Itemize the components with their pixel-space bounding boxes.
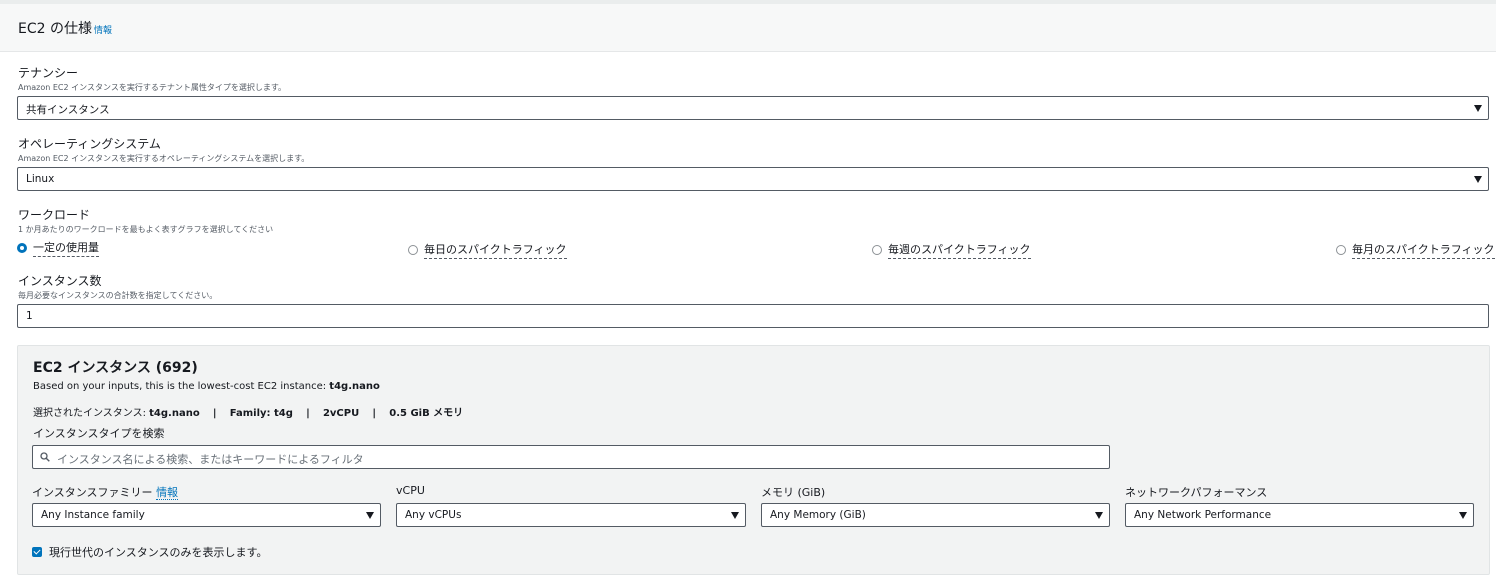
- current-generation-checkbox[interactable]: 現行世代のインスタンスのみを表示します。: [32, 544, 267, 560]
- filter-value: Any Instance family: [41, 509, 145, 521]
- os-select[interactable]: Linux: [17, 167, 1489, 191]
- instance-search-input[interactable]: インスタンス名による検索、またはキーワードによるフィルタ: [32, 445, 1110, 469]
- filter-label-family: インスタンスファミリー 情報: [32, 484, 179, 500]
- ec2-instances-title: EC2 インスタンス (692): [33, 360, 198, 376]
- tenancy-select[interactable]: 共有インスタンス: [17, 96, 1489, 120]
- memory-select[interactable]: Any Memory (GiB): [761, 503, 1110, 527]
- network-performance-select[interactable]: Any Network Performance: [1125, 503, 1474, 527]
- lowest-cost-instance: t4g.nano: [329, 381, 380, 392]
- vcpu-select[interactable]: Any vCPUs: [396, 503, 746, 527]
- section-title: EC2 の仕様: [18, 21, 92, 37]
- radio-unchecked-icon: [872, 245, 882, 255]
- radio-label: 一定の使用量: [33, 239, 99, 257]
- radio-unchecked-icon: [408, 245, 418, 255]
- selected-family: Family: t4g: [229, 408, 293, 419]
- radio-unchecked-icon: [1336, 245, 1346, 255]
- caret-down-icon: [1474, 105, 1482, 112]
- workload-radio-constant[interactable]: 一定の使用量: [17, 239, 99, 257]
- instance-count-label: インスタンス数: [18, 274, 102, 288]
- workload-radio-weekly[interactable]: 毎週のスパイクトラフィック: [872, 241, 1031, 259]
- tenancy-label: テナンシー: [18, 66, 79, 80]
- instance-count-value: 1: [26, 310, 33, 322]
- selected-prefix: 選択されたインスタンス:: [33, 408, 150, 419]
- checkbox-checked-icon: [32, 547, 42, 557]
- lowest-cost-prefix: Based on your inputs, this is the lowest…: [33, 381, 330, 392]
- separator: |: [212, 408, 217, 419]
- selected-instance-summary: 選択されたインスタンス: t4g.nano | Family: t4g | 2v…: [33, 404, 463, 419]
- radio-label: 毎月のスパイクトラフィック: [1352, 241, 1495, 259]
- info-link[interactable]: 情報: [94, 23, 112, 36]
- selected-instance: t4g.nano: [149, 408, 200, 419]
- lowest-cost-text: Based on your inputs, this is the lowest…: [33, 381, 380, 392]
- instance-count-description: 毎月必要なインスタンスの合計数を指定してください。: [18, 291, 218, 300]
- caret-down-icon: [1459, 512, 1467, 519]
- os-description: Amazon EC2 インスタンスを実行するオペレーティングシステムを選択します…: [18, 154, 310, 163]
- workload-radio-daily[interactable]: 毎日のスパイクトラフィック: [408, 241, 567, 259]
- search-placeholder: インスタンス名による検索、またはキーワードによるフィルタ: [57, 453, 364, 466]
- selected-vcpu: 2vCPU: [322, 408, 360, 419]
- separator: |: [372, 408, 377, 419]
- checkbox-label: 現行世代のインスタンスのみを表示します。: [49, 546, 268, 559]
- filter-label-text: インスタンスファミリー: [32, 486, 153, 499]
- instance-family-select[interactable]: Any Instance family: [32, 503, 381, 527]
- workload-label: ワークロード: [18, 208, 91, 222]
- caret-down-icon: [1095, 512, 1103, 519]
- filter-value: Any vCPUs: [405, 509, 462, 521]
- search-icon: [40, 452, 50, 462]
- radio-label: 毎週のスパイクトラフィック: [888, 241, 1031, 259]
- os-label: オペレーティングシステム: [18, 137, 161, 151]
- instance-count-input[interactable]: 1: [17, 304, 1489, 328]
- filter-value: Any Memory (GiB): [770, 509, 866, 521]
- filter-value: Any Network Performance: [1134, 509, 1272, 521]
- caret-down-icon: [731, 512, 739, 519]
- filter-label-vcpu: vCPU: [396, 484, 425, 497]
- filter-label-memory: メモリ (GiB): [761, 486, 826, 499]
- caret-down-icon: [366, 512, 374, 519]
- workload-radio-monthly[interactable]: 毎月のスパイクトラフィック: [1336, 241, 1495, 259]
- os-selected-value: Linux: [26, 173, 55, 185]
- family-info-link[interactable]: 情報: [156, 486, 179, 500]
- separator: |: [306, 408, 310, 419]
- selected-memory: 0.5 GiB メモリ: [389, 408, 464, 419]
- radio-label: 毎日のスパイクトラフィック: [424, 241, 567, 259]
- caret-down-icon: [1474, 176, 1482, 183]
- tenancy-selected-value: 共有インスタンス: [26, 104, 110, 116]
- section-header: EC2 の仕様 情報: [0, 4, 1496, 52]
- radio-checked-icon: [17, 243, 27, 253]
- filter-label-network: ネットワークパフォーマンス: [1125, 486, 1268, 499]
- workload-description: 1 か月あたりのワークロードを最もよく表すグラフを選択してください: [18, 225, 274, 234]
- search-label: インスタンスタイプを検索: [33, 427, 165, 440]
- tenancy-description: Amazon EC2 インスタンスを実行するテナント属性タイプを選択します。: [18, 83, 287, 92]
